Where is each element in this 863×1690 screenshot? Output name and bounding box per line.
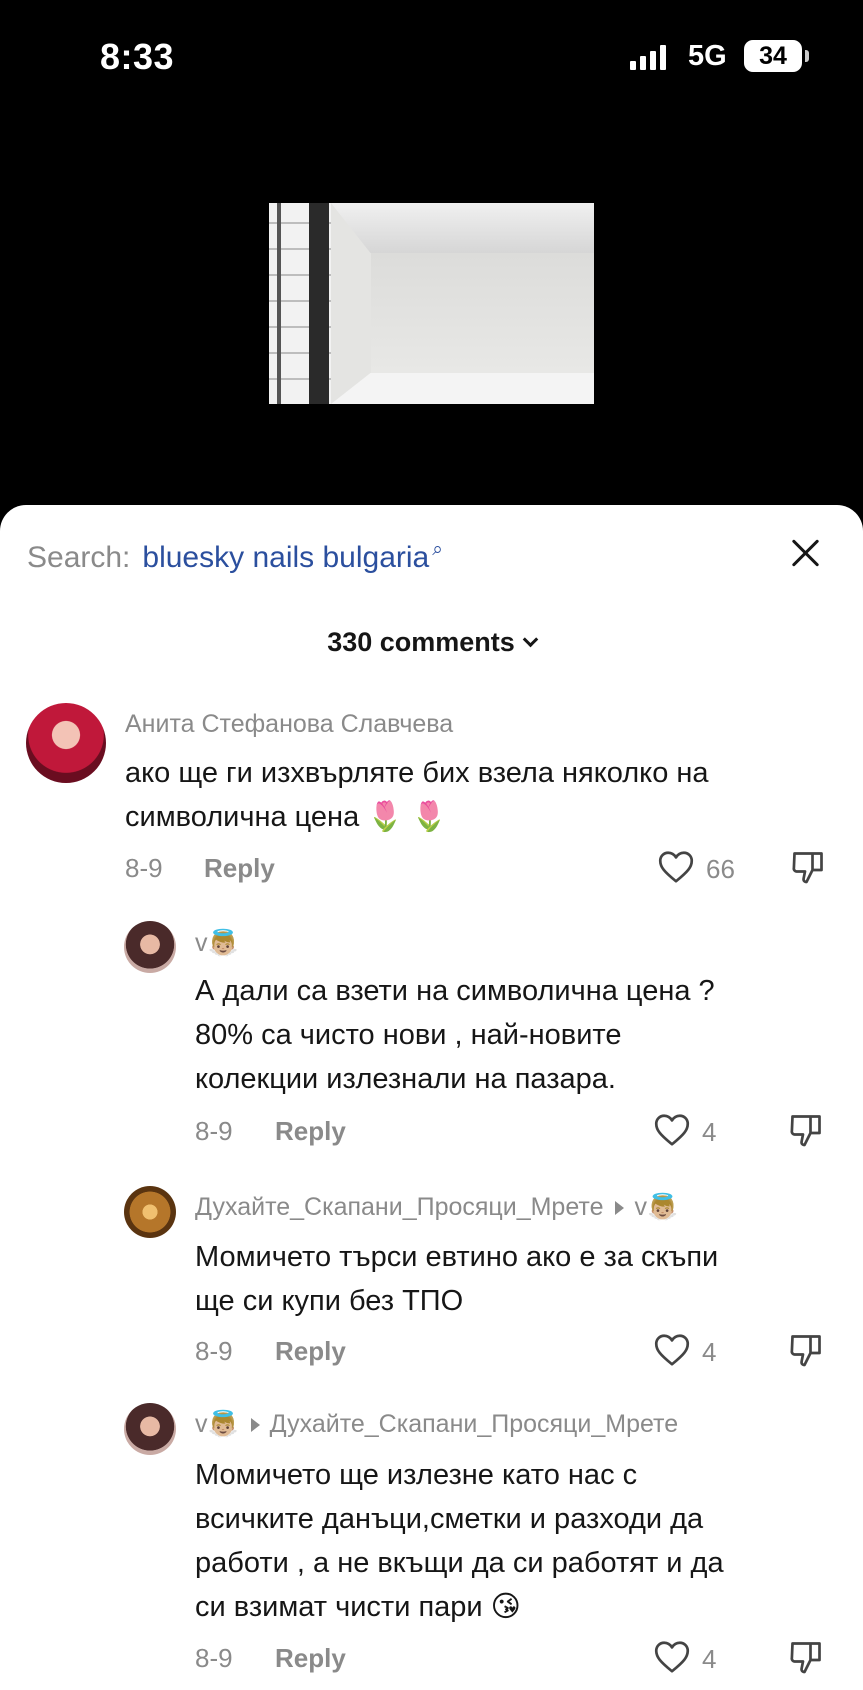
comment-date: 8-9 <box>125 853 163 883</box>
close-icon[interactable] <box>786 533 826 573</box>
status-bar: 8:33 5G 34 <box>0 0 863 110</box>
comment-author[interactable]: Духайте_Скапани_Просяци_Мрете v👼🏼 <box>195 1193 678 1222</box>
reply-arrow-icon <box>615 1200 625 1215</box>
heart-icon[interactable] <box>658 850 694 884</box>
comment-text: А дали са взети на символична цена ? 80%… <box>195 975 715 1095</box>
search-prefix: Search: <box>27 541 131 574</box>
chevron-down-icon <box>522 631 539 648</box>
dislike-icon[interactable] <box>790 849 826 885</box>
reply-button[interactable]: Reply <box>275 1336 346 1367</box>
avatar[interactable] <box>124 921 176 973</box>
dislike-icon[interactable] <box>788 1112 824 1148</box>
search-suggestion[interactable]: Search: bluesky nails bulgaria ⌕ <box>27 539 443 575</box>
comment-date: 8-9 <box>195 1643 233 1673</box>
battery-icon: 34 <box>744 40 802 72</box>
heart-icon[interactable] <box>654 1333 690 1367</box>
dislike-icon[interactable] <box>788 1639 824 1675</box>
reply-button[interactable]: Reply <box>204 853 275 884</box>
heart-icon[interactable] <box>654 1113 690 1147</box>
battery-cap <box>805 50 809 62</box>
comment-author[interactable]: v👼🏼 <box>195 929 239 958</box>
comment-text: ако ще ги изхвърляте бих взела няколко н… <box>125 757 709 833</box>
reply-arrow-icon <box>250 1417 260 1432</box>
reply-to-user[interactable]: Духайте_Скапани_Просяци_Мрете <box>270 1410 678 1439</box>
comment-author[interactable]: v👼🏼 Духайте_Скапани_Просяци_Мрете <box>195 1410 678 1439</box>
comments-sheet: Search: bluesky nails bulgaria ⌕ 330 com… <box>0 505 863 1690</box>
like-count: 4 <box>702 1337 717 1367</box>
comment-author[interactable]: Анита Стефанова Славчева <box>125 710 453 739</box>
clock: 8:33 <box>100 36 175 77</box>
avatar[interactable] <box>124 1186 176 1238</box>
reply-button[interactable]: Reply <box>275 1643 346 1674</box>
search-term-link[interactable]: bluesky nails bulgaria <box>142 541 429 575</box>
signal-icon <box>630 44 666 70</box>
avatar[interactable] <box>26 703 106 783</box>
reply-to-user[interactable]: v👼🏼 <box>634 1193 678 1222</box>
like-count: 4 <box>702 1117 717 1147</box>
dislike-icon[interactable] <box>788 1332 824 1368</box>
comment-text: Момичето ще излезне като нас с всичките … <box>195 1459 724 1623</box>
comments-count[interactable]: 330 comments <box>0 627 863 658</box>
heart-icon[interactable] <box>654 1640 690 1674</box>
video-thumbnail[interactable] <box>269 203 594 404</box>
like-count: 4 <box>702 1644 717 1674</box>
comment-date: 8-9 <box>195 1116 233 1146</box>
network-type: 5G <box>688 40 727 72</box>
search-icon: ⌕ <box>432 539 443 560</box>
reply-button[interactable]: Reply <box>275 1116 346 1147</box>
avatar[interactable] <box>124 1403 176 1455</box>
comment-text: Момичето търси евтино ако е за скъпи ще … <box>195 1241 719 1317</box>
comment-date: 8-9 <box>195 1336 233 1366</box>
like-count: 66 <box>706 854 735 884</box>
